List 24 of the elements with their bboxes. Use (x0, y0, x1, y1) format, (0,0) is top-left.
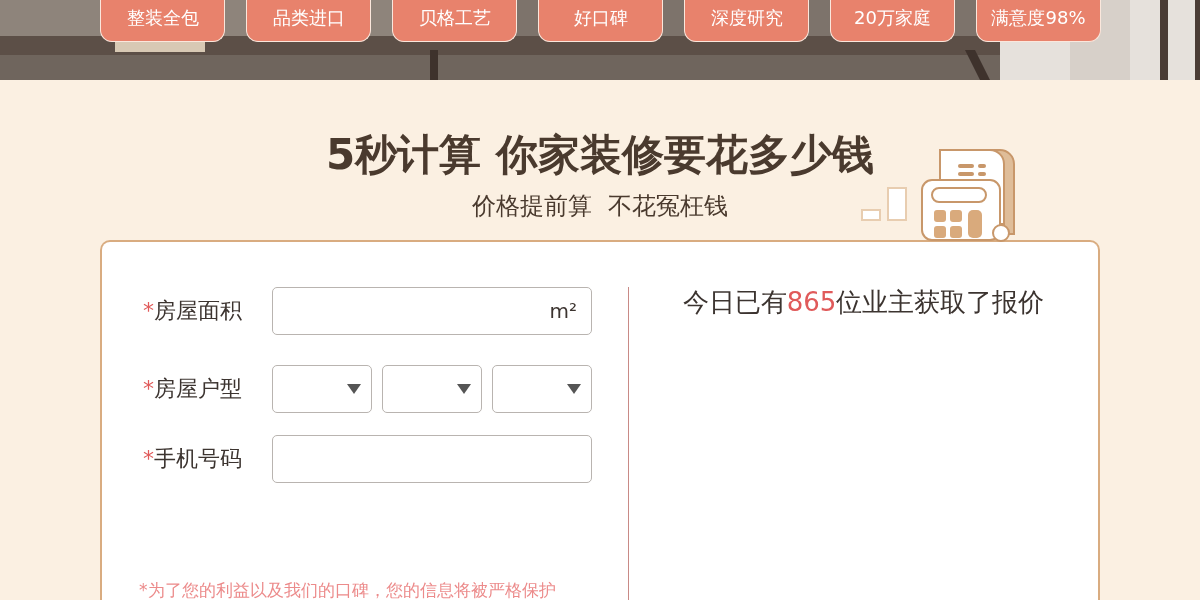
tag-button[interactable]: 深度研究 (684, 0, 809, 42)
field-label: *手机号码 (143, 445, 243, 473)
field-label: *房屋面积 (143, 297, 243, 325)
tag-button[interactable]: 好口碑 (538, 0, 663, 42)
tag-button[interactable]: 品类进口 (246, 0, 371, 42)
tag-button[interactable]: 20万家庭 (830, 0, 955, 42)
tag-button[interactable]: 满意度98% (976, 0, 1101, 42)
tag-button[interactable]: 整装全包 (100, 0, 225, 42)
caret-icon (457, 384, 471, 394)
dropdown[interactable] (272, 365, 372, 413)
privacy-note: *为了您的利益以及我们的口碑，您的信息将被严格保护 (139, 580, 557, 600)
stats-count: 865 (786, 287, 837, 317)
caret-icon (567, 384, 581, 394)
caret-icon (347, 384, 361, 394)
field-label: *房屋户型 (143, 375, 243, 403)
input-field[interactable] (272, 435, 592, 483)
input-field[interactable]: m² (272, 287, 592, 335)
tag-button[interactable]: 贝格工艺 (392, 0, 517, 42)
stats-text: 位业主获取了报价 (836, 287, 1045, 317)
heading-title: 5秒计算 你家装修要花多少钱 (325, 131, 875, 179)
stats-text: 今日已有 (682, 287, 787, 317)
dropdown[interactable] (382, 365, 482, 413)
dropdown[interactable] (492, 365, 592, 413)
heading-subtitle: 价格提前算 不花冤枉钱 (471, 191, 729, 221)
